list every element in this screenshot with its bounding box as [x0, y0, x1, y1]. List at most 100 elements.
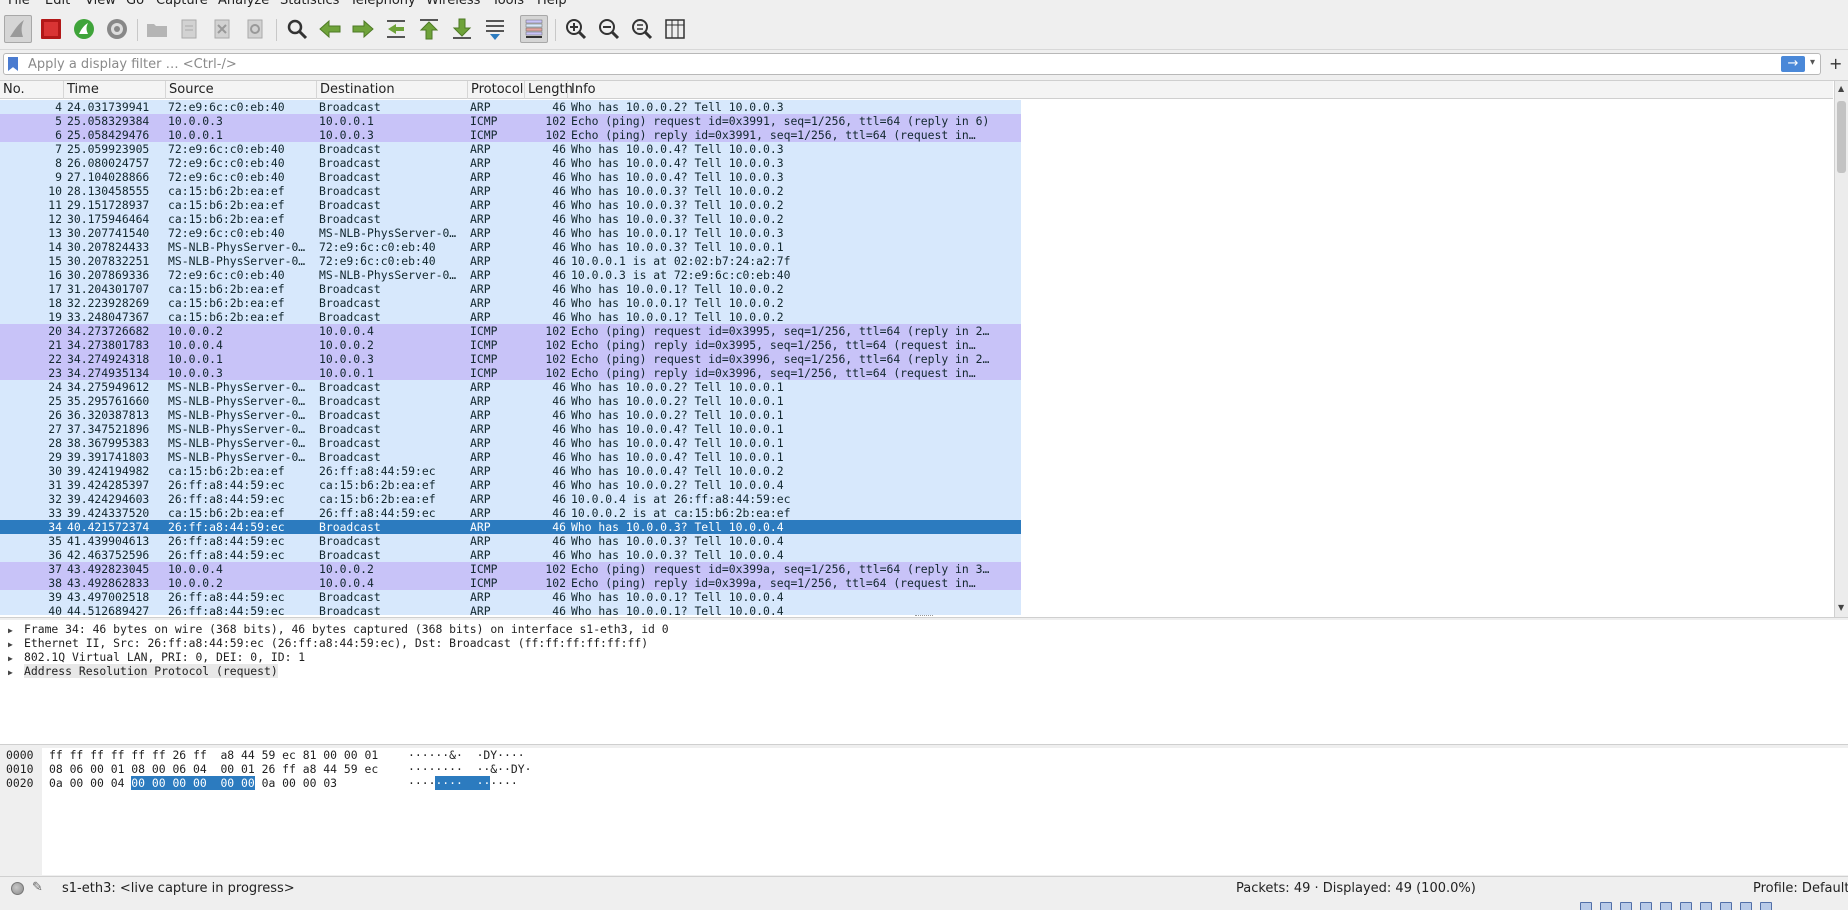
go-back-button[interactable] — [316, 15, 344, 43]
packet-row[interactable]: 32 39.424294603 26:ff:a8:44:59:ec ca:15:b6:… — [0, 492, 1021, 506]
reload-file-button[interactable] — [241, 15, 269, 43]
detail-row-frame[interactable]: ▶ Frame 34: 46 bytes on wire (368 bits), … — [8, 622, 669, 636]
packet-row[interactable]: 10 28.130458555 ca:15:b6:2b:ea:ef Broadcast… — [0, 184, 1021, 198]
bookmark-icon[interactable] — [8, 57, 18, 71]
detail-row-arp[interactable]: ▶ Address Resolution Protocol (request) — [8, 664, 278, 678]
packet-row[interactable]: 34 40.421572374 26:ff:a8:44:59:ec Broadcast… — [0, 520, 1021, 534]
packet-list-scrollbar[interactable]: ▲ ▼ — [1834, 81, 1848, 617]
expand-arrow-icon[interactable]: ▶ — [8, 666, 24, 680]
menu-go[interactable]: Go — [126, 0, 144, 8]
hex-row[interactable]: 0a 00 00 04 00 00 00 00 00 00 0a 00 00 0… — [49, 776, 337, 790]
packet-row[interactable]: 35 41.439904613 26:ff:a8:44:59:ec Broadcast… — [0, 534, 1021, 548]
packet-row[interactable]: 33 39.424337520 ca:15:b6:2b:ea:ef 26:ff:a8:… — [0, 506, 1021, 520]
filter-history-dropdown[interactable]: ▾ — [1810, 57, 1815, 68]
column-header-length[interactable]: Length — [525, 81, 573, 99]
packet-row[interactable]: 40 44.512689427 26:ff:a8:44:59:ec Broadcast… — [0, 604, 1021, 615]
tray-app-icon[interactable] — [1720, 902, 1732, 910]
column-header-source[interactable]: Source — [166, 81, 317, 99]
menu-analyze[interactable]: Analyze — [218, 0, 269, 8]
first-packet-button[interactable] — [415, 15, 443, 43]
apply-filter-button[interactable]: → — [1781, 56, 1805, 72]
hex-row[interactable]: 08 06 00 01 08 00 06 04 00 01 26 ff a8 4… — [49, 762, 378, 776]
display-filter-input[interactable] — [28, 55, 1768, 73]
menu-capture[interactable]: Capture — [156, 0, 208, 8]
packet-row[interactable]: 26 36.320387813 MS-NLB-PhysServer-0… Broadc… — [0, 408, 1021, 422]
tray-app-icon[interactable] — [1660, 902, 1672, 910]
packet-row[interactable]: 39 43.497002518 26:ff:a8:44:59:ec Broadcast… — [0, 590, 1021, 604]
zoom-out-button[interactable] — [595, 15, 623, 43]
packet-row[interactable]: 38 43.492862833 10.0.0.2 10.0.0.4 ICMP 102 Ech… — [0, 576, 1021, 590]
menu-file[interactable]: File — [8, 0, 30, 8]
expert-info-led-icon[interactable] — [11, 882, 24, 895]
capture-comment-icon[interactable]: ✎ — [32, 880, 43, 895]
menu-statistics[interactable]: Statistics — [280, 0, 339, 8]
menu-view[interactable]: View — [85, 0, 116, 8]
menu-tools[interactable]: Tools — [492, 0, 524, 8]
packet-row[interactable]: 4 24.031739941 72:e9:6c:c0:eb:40 Broadcast A… — [0, 100, 1021, 114]
packet-row[interactable]: 24 34.275949612 MS-NLB-PhysServer-0… Broadc… — [0, 380, 1021, 394]
packet-row[interactable]: 16 30.207869336 72:e9:6c:c0:eb:40 MS-NLB-Ph… — [0, 268, 1021, 282]
packet-row[interactable]: 30 39.424194982 ca:15:b6:2b:ea:ef 26:ff:a8:… — [0, 464, 1021, 478]
scroll-down-icon[interactable]: ▼ — [1838, 603, 1844, 612]
packet-row[interactable]: 37 43.492823045 10.0.0.4 10.0.0.2 ICMP 102 Ech… — [0, 562, 1021, 576]
go-to-packet-button[interactable] — [382, 15, 410, 43]
detail-row-vlan[interactable]: ▶ 802.1Q Virtual LAN, PRI: 0, DEI: 0, ID:… — [8, 650, 305, 664]
packet-row[interactable]: 14 30.207824433 MS-NLB-PhysServer-0… 72:e9:… — [0, 240, 1021, 254]
packet-row[interactable]: 21 34.273801783 10.0.0.4 10.0.0.2 ICMP 102 Ech… — [0, 338, 1021, 352]
stop-capture-button[interactable] — [37, 15, 65, 43]
packet-row[interactable]: 17 31.204301707 ca:15:b6:2b:ea:ef Broadcast… — [0, 282, 1021, 296]
packet-row[interactable]: 25 35.295761660 MS-NLB-PhysServer-0… Broadc… — [0, 394, 1021, 408]
column-header-time[interactable]: Time — [64, 81, 166, 99]
ascii-row[interactable]: ········ ······ — [408, 776, 518, 790]
tray-app-icon[interactable] — [1680, 902, 1692, 910]
zoom-in-button[interactable] — [562, 15, 590, 43]
resize-columns-button[interactable] — [661, 15, 689, 43]
packet-row[interactable]: 15 30.207832251 MS-NLB-PhysServer-0… 72:e9:… — [0, 254, 1021, 268]
packet-row[interactable]: 27 37.347521896 MS-NLB-PhysServer-0… Broadc… — [0, 422, 1021, 436]
normal-size-button[interactable] — [628, 15, 656, 43]
go-forward-button[interactable] — [349, 15, 377, 43]
packet-row[interactable]: 11 29.151728937 ca:15:b6:2b:ea:ef Broadcast… — [0, 198, 1021, 212]
ascii-row[interactable]: ········ ··&··DY· — [408, 762, 531, 776]
colorize-button[interactable] — [520, 15, 548, 43]
packet-row[interactable]: 13 30.207741540 72:e9:6c:c0:eb:40 MS-NLB-Ph… — [0, 226, 1021, 240]
start-capture-button[interactable] — [4, 15, 32, 43]
menu-telephony[interactable]: Telephony — [350, 0, 416, 8]
pane-splitter-handle[interactable] — [915, 615, 933, 617]
last-packet-button[interactable] — [448, 15, 476, 43]
column-header-no[interactable]: No. — [0, 81, 64, 99]
packet-row[interactable]: 22 34.274924318 10.0.0.1 10.0.0.3 ICMP 102 Ech… — [0, 352, 1021, 366]
capture-options-button[interactable] — [103, 15, 131, 43]
tray-app-icon[interactable] — [1700, 902, 1712, 910]
packet-row[interactable]: 18 32.223928269 ca:15:b6:2b:ea:ef Broadcast… — [0, 296, 1021, 310]
detail-row-ethernet[interactable]: ▶ Ethernet II, Src: 26:ff:a8:44:59:ec (26… — [8, 636, 648, 650]
tray-app-icon[interactable] — [1620, 902, 1632, 910]
packet-row[interactable]: 12 30.175946464 ca:15:b6:2b:ea:ef Broadcast… — [0, 212, 1021, 226]
profile-text[interactable]: Profile: Default — [1753, 881, 1848, 896]
find-packet-button[interactable] — [283, 15, 311, 43]
menu-help[interactable]: Help — [537, 0, 567, 8]
open-file-button[interactable] — [143, 15, 171, 43]
tray-app-icon[interactable] — [1760, 902, 1772, 910]
hex-row[interactable]: ff ff ff ff ff ff 26 ff a8 44 59 ec 81 0… — [49, 748, 378, 762]
packet-row[interactable]: 9 27.104028866 72:e9:6c:c0:eb:40 Broadcast A… — [0, 170, 1021, 184]
close-file-button[interactable] — [208, 15, 236, 43]
add-filter-button[interactable]: + — [1829, 54, 1842, 73]
column-header-info[interactable]: Info — [568, 81, 1833, 99]
scrollbar-thumb[interactable] — [1837, 101, 1846, 173]
column-header-destination[interactable]: Destination — [317, 81, 468, 99]
packet-row[interactable]: 5 25.058329384 10.0.0.3 10.0.0.1 ICMP 102 Echo… — [0, 114, 1021, 128]
packet-row[interactable]: 7 25.059923905 72:e9:6c:c0:eb:40 Broadcast A… — [0, 142, 1021, 156]
menu-wireless[interactable]: Wireless — [426, 0, 480, 8]
packet-row[interactable]: 23 34.274935134 10.0.0.3 10.0.0.1 ICMP 102 Ech… — [0, 366, 1021, 380]
packet-row[interactable]: 36 42.463752596 26:ff:a8:44:59:ec Broadcast… — [0, 548, 1021, 562]
menu-edit[interactable]: Edit — [45, 0, 70, 8]
tray-app-icon[interactable] — [1740, 902, 1752, 910]
packet-row[interactable]: 6 25.058429476 10.0.0.1 10.0.0.3 ICMP 102 Echo… — [0, 128, 1021, 142]
column-header-protocol[interactable]: Protocol — [468, 81, 525, 99]
save-file-button[interactable] — [175, 15, 203, 43]
packet-row[interactable]: 19 33.248047367 ca:15:b6:2b:ea:ef Broadcast… — [0, 310, 1021, 324]
tray-app-icon[interactable] — [1600, 902, 1612, 910]
tray-app-icon[interactable] — [1580, 902, 1592, 910]
auto-scroll-button[interactable] — [481, 15, 509, 43]
